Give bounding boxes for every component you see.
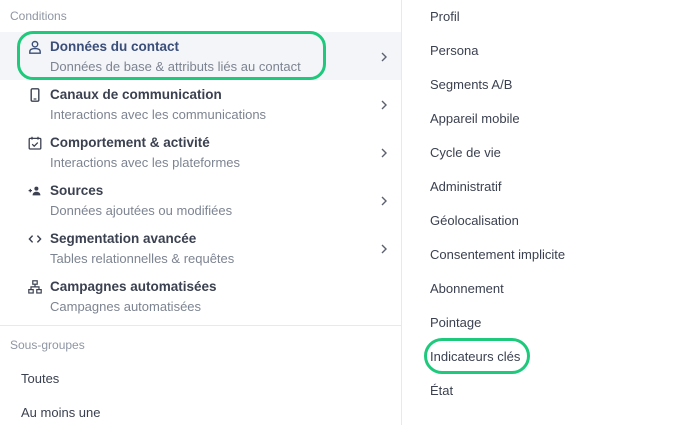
left-panel: Conditions Données du contact Données de… <box>0 0 401 425</box>
chevron-right-icon <box>381 244 387 254</box>
person-icon <box>29 40 41 54</box>
condition-description: Tables relationnelles & requêtes <box>50 251 235 266</box>
condition-communication-channels[interactable]: Canaux de communication Interactions ave… <box>0 80 401 128</box>
chevron-right-icon <box>381 100 387 110</box>
condition-title: Canaux de communication <box>50 87 222 102</box>
condition-description: Données ajoutées ou modifiées <box>50 203 233 218</box>
sitemap-icon <box>28 280 42 294</box>
code-brackets-icon <box>28 235 42 243</box>
attribute-item-key-indicators[interactable]: Indicateurs clés <box>402 340 686 374</box>
subgroup-option-at-least-one[interactable]: Au moins une <box>0 396 401 425</box>
condition-automated-campaigns[interactable]: Campagnes automatisées Campagnes automat… <box>0 272 401 320</box>
condition-sources[interactable]: Sources Données ajoutées ou modifiées <box>0 176 401 224</box>
attribute-item-implicit-consent[interactable]: Consentement implicite <box>402 238 686 272</box>
section-divider <box>0 325 401 326</box>
condition-behavior-activity[interactable]: Comportement & activité Interactions ave… <box>0 128 401 176</box>
condition-description: Données de base & attributs liés au cont… <box>50 59 301 74</box>
condition-title: Données du contact <box>50 39 180 54</box>
condition-title: Sources <box>50 183 104 198</box>
condition-title: Segmentation avancée <box>50 231 197 246</box>
chevron-right-icon <box>381 148 387 158</box>
condition-advanced-segmentation[interactable]: Segmentation avancée Tables relationnell… <box>0 224 401 272</box>
subgroup-option-all[interactable]: Toutes <box>0 362 401 396</box>
condition-contact-data[interactable]: Données du contact Données de base & att… <box>0 32 401 80</box>
attribute-item-subscription[interactable]: Abonnement <box>402 272 686 306</box>
attribute-item-ab-segments[interactable]: Segments A/B <box>402 68 686 102</box>
chevron-right-icon <box>381 196 387 206</box>
condition-picker: Conditions Données du contact Données de… <box>0 0 686 425</box>
subgroups-header: Sous-groupes <box>10 338 85 352</box>
condition-title: Campagnes automatisées <box>50 279 217 294</box>
conditions-header: Conditions <box>10 9 67 23</box>
attribute-item-lifecycle[interactable]: Cycle de vie <box>402 136 686 170</box>
attribute-item-persona[interactable]: Persona <box>402 34 686 68</box>
attribute-item-geolocation[interactable]: Géolocalisation <box>402 204 686 238</box>
condition-description: Interactions avec les communications <box>50 107 267 122</box>
conditions-list: Données du contact Données de base & att… <box>0 32 401 320</box>
phone-icon <box>30 88 40 102</box>
attribute-item-mobile-device[interactable]: Appareil mobile <box>402 102 686 136</box>
subgroups-list: Toutes Au moins une <box>0 362 401 425</box>
condition-description: Campagnes automatisées <box>50 299 202 314</box>
chevron-right-icon <box>381 52 387 62</box>
attribute-list: Profil Persona Segments A/B Appareil mob… <box>402 0 686 408</box>
people-plus-icon <box>28 186 41 196</box>
attribute-item-scoring[interactable]: Pointage <box>402 306 686 340</box>
condition-title: Comportement & activité <box>50 135 210 150</box>
attribute-item-state[interactable]: État <box>402 374 686 408</box>
condition-description: Interactions avec les plateformes <box>50 155 241 170</box>
attribute-item-administrative[interactable]: Administratif <box>402 170 686 204</box>
calendar-check-icon <box>28 136 42 150</box>
attribute-item-profil[interactable]: Profil <box>402 0 686 34</box>
